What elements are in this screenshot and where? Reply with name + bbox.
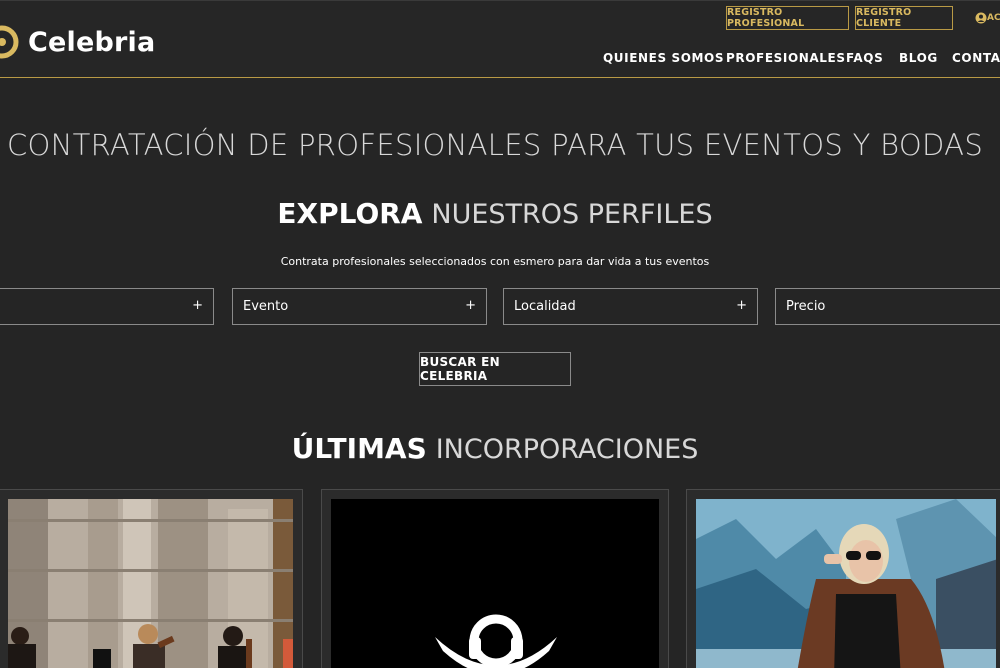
explora-light: NUESTROS PERFILES <box>431 199 713 230</box>
filter-localidad-label: Localidad <box>514 299 576 314</box>
nav-faqs[interactable]: FAQS <box>846 51 883 65</box>
nav-contacto[interactable]: CONTACTO <box>952 51 1000 65</box>
hero-title: CONTRATACIÓN DE PROFESIONALES PARA TUS E… <box>6 128 984 162</box>
nav-blog[interactable]: BLOG <box>899 51 938 65</box>
nav-quienes-somos[interactable]: QUIENES SOMOS <box>603 51 724 65</box>
registro-cliente-button[interactable]: REGISTRO CLIENTE <box>855 6 953 30</box>
celebria-logo-icon <box>0 25 19 59</box>
ultimas-light: INCORPORACIONES <box>435 434 699 465</box>
explora-heading: EXPLORA NUESTROS PERFILES <box>0 197 990 230</box>
plus-icon: + <box>192 298 203 313</box>
filter-localidad[interactable]: Localidad + <box>503 288 758 325</box>
registro-profesional-button[interactable]: REGISTRO PROFESIONAL <box>726 6 849 30</box>
dj-headphones-icon <box>331 499 659 668</box>
buscar-button[interactable]: BUSCAR EN CELEBRIA <box>419 352 571 386</box>
explora-bold: EXPLORA <box>277 197 423 230</box>
hero-subtitle: Contrata profesionales seleccionados con… <box>280 255 710 268</box>
profile-card[interactable] <box>321 489 669 668</box>
filter-evento[interactable]: Evento + <box>232 288 487 325</box>
ultimas-heading: ÚLTIMAS INCORPORACIONES <box>0 432 990 465</box>
account-label: AC <box>987 13 1000 23</box>
site-header: Celebria REGISTRO PROFESIONAL REGISTRO C… <box>0 0 1000 78</box>
filter-precio-label: Precio <box>786 299 826 314</box>
nav-profesionales[interactable]: PROFESIONALES <box>726 51 846 65</box>
profile-photo-dj-logo <box>331 499 659 668</box>
profile-card[interactable] <box>686 489 1000 668</box>
logo[interactable]: Celebria <box>0 23 155 61</box>
plus-icon: + <box>465 298 476 313</box>
filter-evento-label: Evento <box>243 299 289 314</box>
ultimas-bold: ÚLTIMAS <box>291 432 427 465</box>
filter-precio[interactable]: Precio <box>775 288 1000 325</box>
filter-category[interactable]: + <box>0 288 214 325</box>
profile-photo-singer <box>696 499 996 668</box>
account-link[interactable]: AC <box>975 12 1000 24</box>
user-icon <box>975 12 987 24</box>
profile-card[interactable] <box>0 489 303 668</box>
profile-photo-musicians <box>8 499 293 668</box>
brand-name: Celebria <box>28 26 156 58</box>
plus-icon: + <box>736 298 747 313</box>
